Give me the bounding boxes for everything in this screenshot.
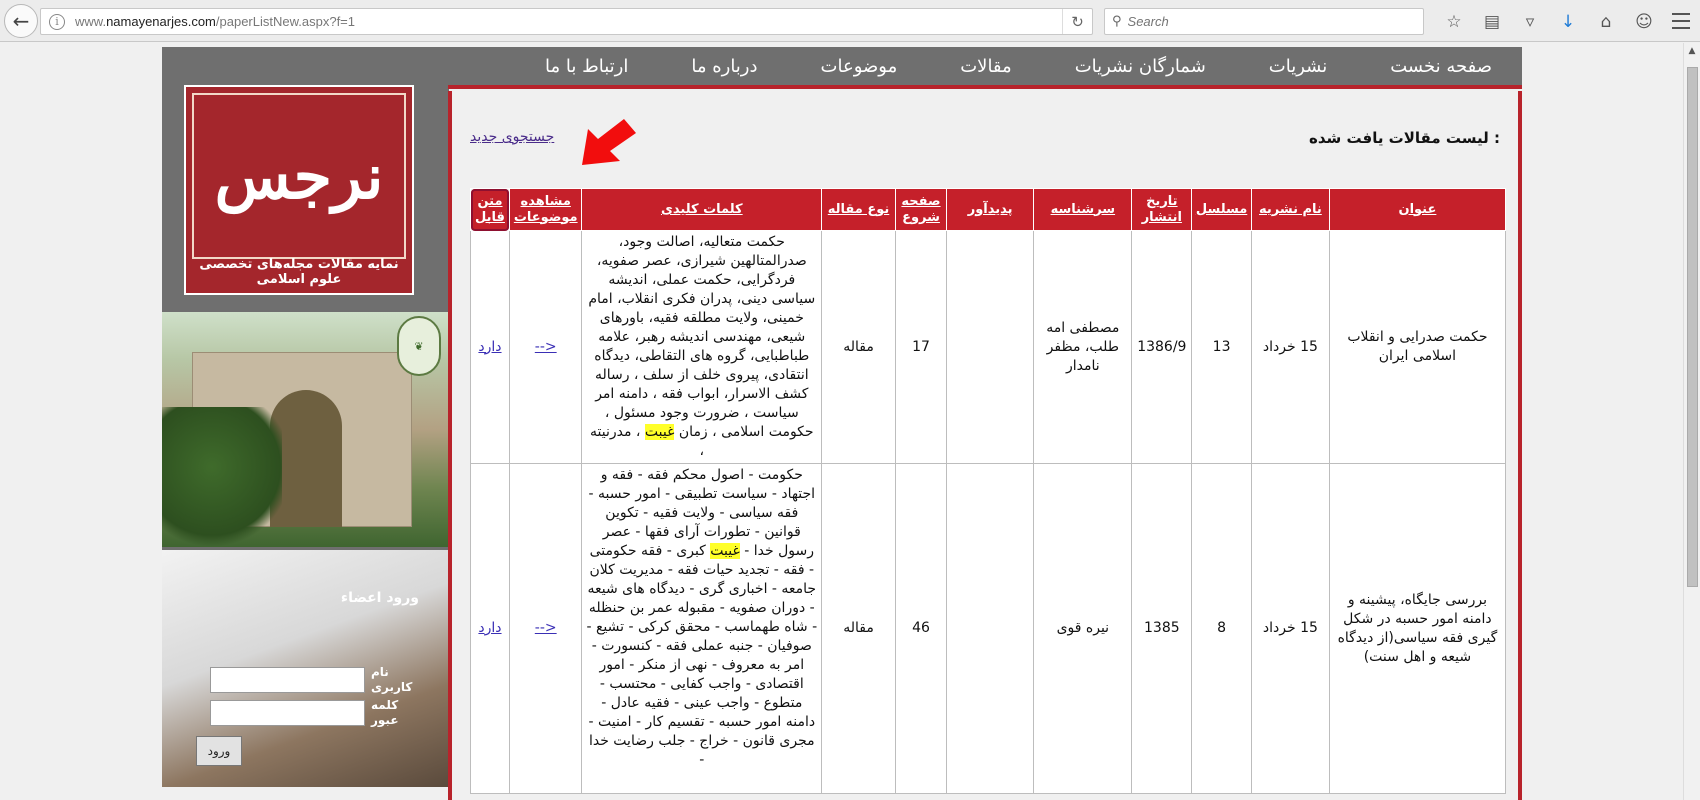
cell-date: 1385 xyxy=(1131,463,1193,794)
list-title: لیست مقالات یافت شده : xyxy=(1309,129,1500,147)
results-table: عنوان نام نشریه مسلسل تاریخ انتشار سرشنا… xyxy=(470,188,1507,794)
nav-home[interactable]: صفحه نخست xyxy=(1390,56,1492,77)
url-text[interactable]: www.namayenarjes.com/paperListNew.aspx?f… xyxy=(75,14,355,29)
cell-fulltext: دارد xyxy=(470,230,510,464)
table-header-row: عنوان نام نشریه مسلسل تاریخ انتشار سرشنا… xyxy=(470,188,1507,231)
username-input[interactable] xyxy=(210,667,365,693)
logo-title: نرجس xyxy=(214,139,384,213)
header-editor[interactable]: پدیدآور xyxy=(946,188,1035,231)
table-row: حکمت صدرایی و انقلاب اسلامی ایران 15 خرد… xyxy=(470,230,1507,464)
cell-type: مقاله xyxy=(821,230,896,464)
seal-icon: ❦ xyxy=(397,316,441,376)
address-bar[interactable]: i www.namayenarjes.com/paperListNew.aspx… xyxy=(40,8,1093,35)
fulltext-link[interactable]: دارد xyxy=(478,620,501,636)
search-icon: ⚲ xyxy=(1112,14,1122,29)
cell-serial: 8 xyxy=(1191,463,1252,794)
header-type[interactable]: نوع مقاله xyxy=(821,188,896,231)
keyword-highlight: غیبت xyxy=(644,424,675,440)
nav-topics[interactable]: موضوعات xyxy=(821,56,898,77)
nav-issues[interactable]: شمارگان نشریات xyxy=(1075,56,1206,77)
header-date[interactable]: تاریخ انتشار xyxy=(1131,188,1193,231)
header-serial[interactable]: مسلسل xyxy=(1191,188,1252,231)
password-label: کلمه عبور xyxy=(371,698,399,727)
username-label: نام کاربری xyxy=(371,665,413,694)
cell-author: مصطفی امه طلب، مظفر نامدار xyxy=(1033,230,1133,464)
nav-articles[interactable]: مقالات xyxy=(960,56,1011,77)
browser-search-input[interactable] xyxy=(1127,14,1408,29)
cell-type: مقاله xyxy=(821,463,896,794)
building-photo: ❦ xyxy=(162,312,449,547)
login-title: ورود اعضاء xyxy=(340,590,419,606)
table-row: بررسی جایگاه، پیشینه و دامنه امور حسبه د… xyxy=(470,463,1507,794)
main-nav: صفحه نخست نشریات شمارگان نشریات مقالات م… xyxy=(448,47,1522,89)
keywords-text-after: کبری - فقه حکومتی - فقه - تجدید حیات فقه… xyxy=(586,543,818,768)
smiley-icon[interactable]: ☺ xyxy=(1625,8,1663,35)
header-title[interactable]: عنوان xyxy=(1328,188,1507,231)
cell-date: 1386/9 xyxy=(1131,230,1193,464)
cell-author: نیره قوی xyxy=(1033,463,1133,794)
browser-toolbar: ← i www.namayenarjes.com/paperListNew.as… xyxy=(0,0,1700,42)
nav-about[interactable]: درباره ما xyxy=(691,56,757,77)
nav-contact[interactable]: ارتباط با ما xyxy=(545,56,628,77)
hamburger-menu-icon[interactable] xyxy=(1670,10,1692,32)
cell-keywords: حکومت - اصول محکم فقه - فقه و اجتهاد - س… xyxy=(581,463,823,794)
reload-icon[interactable]: ↻ xyxy=(1062,9,1092,34)
cell-editor xyxy=(946,230,1035,464)
cell-fulltext: دارد xyxy=(470,463,510,794)
main-content: لیست مقالات یافت شده : جستجوی جدید عنوان… xyxy=(448,91,1522,800)
fulltext-link[interactable]: دارد xyxy=(478,339,501,355)
back-arrow-icon[interactable]: ← xyxy=(4,4,38,38)
cell-view: <-- xyxy=(508,463,583,794)
view-topics-link[interactable]: <-- xyxy=(535,339,557,355)
logo-frame: نرجس xyxy=(192,93,406,259)
scroll-up-icon[interactable]: ▲ xyxy=(1684,43,1700,59)
toolbar-icons: ☆ ▤ ▿ ↓ ⌂ ☺ xyxy=(1435,8,1663,35)
header-page[interactable]: صفحه شروع xyxy=(894,188,948,231)
reading-list-icon[interactable]: ▤ xyxy=(1473,8,1511,35)
login-panel: ورود اعضاء نام کاربری کلمه عبور ورود xyxy=(162,550,449,787)
pocket-icon[interactable]: ▿ xyxy=(1511,8,1549,35)
header-author[interactable]: سرشناسه xyxy=(1033,188,1133,231)
header-fulltext: متن قابل xyxy=(470,188,510,231)
cell-page: 17 xyxy=(894,230,948,464)
username-row: نام کاربری xyxy=(210,665,415,695)
cell-keywords: حکمت متعالیه، اصالت وجود، صدرالمتالهین ش… xyxy=(581,230,823,464)
cell-editor xyxy=(946,463,1035,794)
cell-serial: 13 xyxy=(1191,230,1252,464)
new-search-link[interactable]: جستجوی جدید xyxy=(470,129,554,145)
cell-title: بررسی جایگاه، پیشینه و دامنه امور حسبه د… xyxy=(1328,463,1507,794)
password-row: کلمه عبور xyxy=(210,698,415,728)
home-icon[interactable]: ⌂ xyxy=(1587,8,1625,35)
scroll-thumb[interactable] xyxy=(1687,67,1698,587)
bookmark-star-icon[interactable]: ☆ xyxy=(1435,8,1473,35)
red-arrow-icon xyxy=(582,119,636,165)
header-keywords[interactable]: کلمات کلیدی xyxy=(581,188,823,231)
header-journal[interactable]: نام نشریه xyxy=(1250,188,1330,231)
browser-search-box[interactable]: ⚲ xyxy=(1104,8,1424,35)
logo-subtitle: نمایه مقالات مجله‌های تخصصی علوم اسلامی xyxy=(199,257,399,287)
header-view-topics: مشاهده موضوعات xyxy=(508,188,583,231)
keyword-highlight: غیبت xyxy=(710,543,740,559)
nav-journals[interactable]: نشریات xyxy=(1269,56,1327,77)
info-icon[interactable]: i xyxy=(49,13,65,30)
cell-title: حکمت صدرایی و انقلاب اسلامی ایران xyxy=(1328,230,1507,464)
photo-tree xyxy=(162,407,282,547)
keywords-text: حکمت متعالیه، اصالت وجود، صدرالمتالهین ش… xyxy=(588,234,816,440)
site-logo[interactable]: نرجس نمایه مقالات مجله‌های تخصصی علوم اس… xyxy=(184,85,414,295)
login-button[interactable]: ورود xyxy=(196,736,242,766)
cell-journal: 15 خرداد xyxy=(1250,230,1330,464)
left-sidebar: نرجس نمایه مقالات مجله‌های تخصصی علوم اس… xyxy=(162,47,449,787)
page: نرجس نمایه مقالات مجله‌های تخصصی علوم اس… xyxy=(162,47,1522,800)
page-scrollbar[interactable]: ▲ xyxy=(1683,43,1700,800)
cell-page: 46 xyxy=(894,463,948,794)
cell-journal: 15 خرداد xyxy=(1250,463,1330,794)
password-input[interactable] xyxy=(210,700,365,726)
cell-view: <-- xyxy=(508,230,583,464)
view-topics-link[interactable]: <-- xyxy=(535,620,557,636)
download-icon[interactable]: ↓ xyxy=(1549,8,1587,35)
